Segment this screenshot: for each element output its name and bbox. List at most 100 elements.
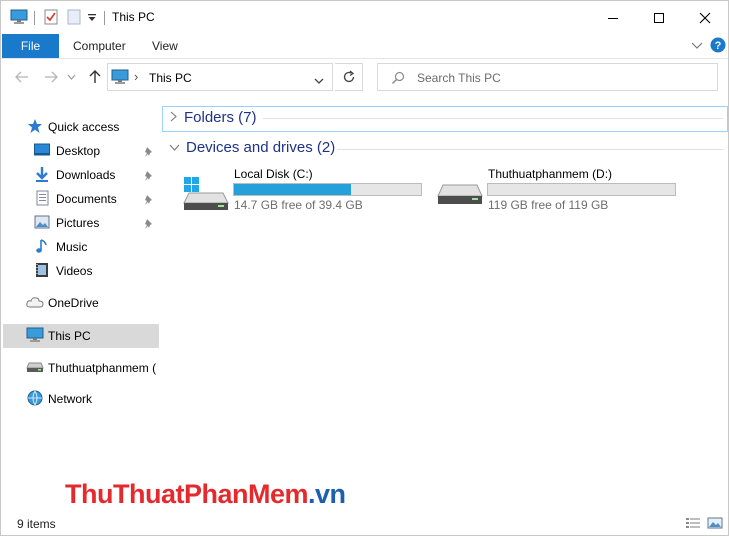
sidebar-item-label: Downloads — [56, 168, 116, 182]
drive-name: Local Disk (C:) — [234, 167, 313, 181]
drive-local-disk-c[interactable]: Local Disk (C:) 14.7 GB free of 39.4 GB — [179, 165, 429, 217]
title-separator — [34, 11, 35, 25]
sidebar-item-network[interactable]: Network — [26, 387, 92, 411]
network-icon — [26, 390, 44, 409]
back-arrow-icon — [15, 71, 28, 83]
documents-icon — [34, 190, 52, 209]
watermark-logo: ThuThuatPhanMem.vn — [65, 479, 346, 510]
watermark-part: .vn — [308, 479, 346, 509]
download-icon — [34, 166, 52, 185]
music-icon — [34, 238, 52, 257]
star-icon — [27, 118, 45, 137]
close-icon — [699, 12, 711, 23]
address-dropdown-icon[interactable] — [314, 74, 324, 88]
drive-free-space: 14.7 GB free of 39.4 GB — [234, 198, 363, 212]
hard-drive-icon — [437, 184, 483, 214]
group-divider — [337, 149, 723, 150]
sidebar-item-label: Network — [48, 392, 93, 406]
sidebar-item-desktop[interactable]: Desktop — [34, 139, 100, 163]
recent-locations-button[interactable] — [66, 72, 76, 82]
chevron-down-icon — [67, 74, 75, 80]
tab-computer[interactable]: Computer — [73, 39, 126, 53]
videos-icon — [34, 262, 52, 281]
new-folder-icon[interactable] — [67, 9, 81, 28]
pin-icon — [144, 146, 154, 161]
pictures-icon — [34, 215, 52, 232]
expand-ribbon-icon[interactable] — [691, 40, 703, 54]
large-icons-view-button[interactable] — [707, 517, 723, 531]
cloud-icon — [26, 296, 44, 311]
chevron-right-icon — [170, 111, 177, 125]
sidebar-item-label: Thuthuatphanmem ( — [48, 361, 157, 375]
computer-icon — [111, 69, 129, 88]
search-icon — [391, 71, 405, 88]
minimize-button[interactable] — [590, 1, 636, 34]
sidebar-item-label: OneDrive — [48, 296, 99, 310]
title-separator — [104, 11, 105, 25]
drive-free-space: 119 GB free of 119 GB — [488, 198, 609, 212]
large-icons-view-icon — [707, 517, 723, 529]
sidebar-item-downloads[interactable]: Downloads — [34, 163, 115, 187]
tab-file[interactable]: File — [2, 34, 59, 58]
watermark-part: Thu — [65, 479, 113, 509]
minimize-icon — [608, 17, 618, 19]
drives-group-header[interactable]: Devices and drives (2) — [169, 139, 335, 156]
sidebar-item-label: Quick access — [48, 120, 120, 134]
sidebar-item-label: This PC — [48, 329, 91, 343]
drive-usage-bar — [233, 183, 422, 196]
chevron-down-icon — [169, 141, 180, 155]
refresh-icon — [343, 70, 354, 83]
tab-view[interactable]: View — [152, 39, 178, 53]
maximize-icon — [654, 12, 664, 23]
sidebar-item-quick-access[interactable]: Quick access — [27, 115, 119, 139]
hard-drive-windows-icon — [183, 175, 229, 214]
maximize-button[interactable] — [636, 1, 682, 34]
sidebar-item-label: Documents — [56, 192, 117, 206]
group-divider — [263, 118, 723, 119]
breadcrumb-this-pc[interactable]: This PC — [149, 71, 192, 85]
details-view-button[interactable] — [685, 517, 701, 531]
help-icon[interactable]: ? — [710, 37, 726, 56]
up-arrow-icon — [89, 70, 101, 83]
pin-icon — [144, 194, 154, 209]
sidebar-item-pictures[interactable]: Pictures — [34, 211, 99, 235]
window-title: This PC — [112, 10, 155, 24]
drive-thuthuatphanmem-d[interactable]: Thuthuatphanmem (D:) 119 GB free of 119 … — [433, 165, 683, 217]
back-button[interactable] — [14, 69, 30, 85]
drive-name: Thuthuatphanmem (D:) — [488, 167, 613, 181]
refresh-button[interactable] — [335, 63, 363, 91]
sidebar-item-thuthuatphanmem-drive[interactable]: Thuthuatphanmem ( — [26, 356, 156, 380]
desktop-icon — [34, 143, 52, 160]
watermark-part: Thuat — [112, 479, 185, 509]
close-button[interactable] — [682, 1, 728, 34]
customize-toolbar-icon[interactable] — [87, 12, 97, 26]
explorer-window: This PC File Computer View ? › This PC S… — [0, 0, 729, 536]
pin-icon — [144, 218, 154, 233]
search-input[interactable]: Search This PC — [417, 71, 501, 85]
computer-icon[interactable] — [10, 9, 28, 28]
sidebar-item-label: Videos — [56, 264, 93, 278]
sidebar-item-label: Pictures — [56, 216, 100, 230]
drives-group-title: Devices and drives (2) — [186, 139, 336, 156]
sidebar-item-this-pc[interactable]: This PC — [26, 324, 91, 348]
sidebar-item-videos[interactable]: Videos — [34, 259, 92, 283]
drive-icon — [26, 361, 44, 376]
sidebar-item-music[interactable]: Music — [34, 235, 87, 259]
details-view-icon — [686, 518, 700, 528]
folders-group-title: Folders (7) — [184, 109, 257, 126]
breadcrumb-separator[interactable]: › — [134, 69, 138, 84]
sidebar-item-label: Music — [56, 240, 88, 254]
sidebar-item-onedrive[interactable]: OneDrive — [26, 291, 99, 315]
properties-icon[interactable] — [44, 9, 58, 28]
address-bar[interactable]: › This PC — [107, 63, 333, 91]
search-box[interactable]: Search This PC — [377, 63, 718, 91]
sidebar-item-documents[interactable]: Documents — [34, 187, 117, 211]
folders-group-header[interactable]: Folders (7) — [170, 109, 257, 126]
watermark-part: PhanMem — [183, 479, 309, 509]
computer-icon — [26, 327, 44, 346]
sidebar-item-label: Desktop — [56, 144, 101, 158]
up-button[interactable] — [87, 69, 103, 85]
ribbon-divider — [1, 58, 728, 59]
forward-button[interactable] — [43, 69, 59, 85]
drive-usage-bar — [487, 183, 676, 196]
